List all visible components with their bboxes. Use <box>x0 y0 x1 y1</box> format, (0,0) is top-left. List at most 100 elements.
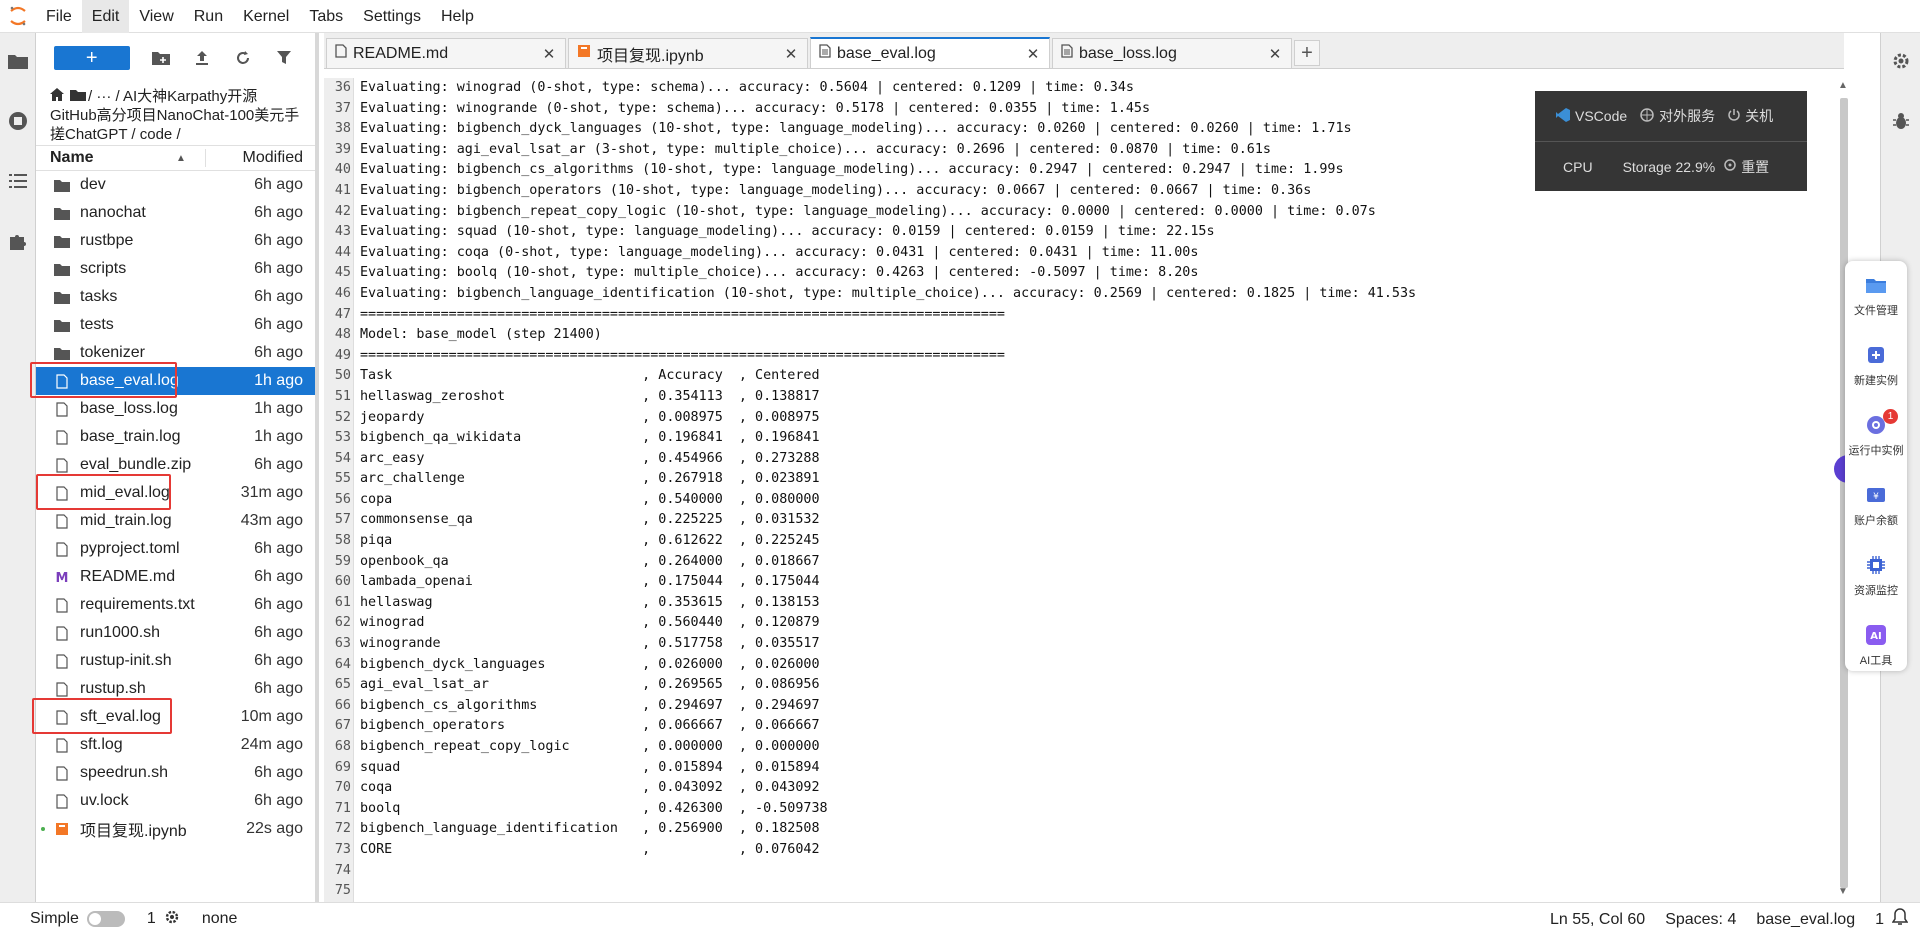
close-icon[interactable]: ✕ <box>1267 45 1283 63</box>
file-row[interactable]: rustup-init.sh 6h ago <box>36 647 315 675</box>
file-modified: 6h ago <box>254 652 303 669</box>
refresh-icon[interactable] <box>233 48 252 68</box>
breadcrumb-path-line2[interactable]: GitHub高分项目NanoChat-100美元手 <box>50 106 307 125</box>
file-browser-tab[interactable] <box>0 33 36 93</box>
menu-view[interactable]: View <box>129 0 183 33</box>
account-balance-tool[interactable]: ¥ 账户余额 <box>1845 471 1907 541</box>
add-tab-button[interactable]: + <box>1294 40 1320 66</box>
file-modified: 6h ago <box>254 204 303 221</box>
file-row[interactable]: M README.md 6h ago <box>36 563 315 591</box>
close-icon[interactable]: ✕ <box>1025 45 1041 63</box>
bell-icon[interactable] <box>1891 908 1909 931</box>
file-row[interactable]: base_train.log 1h ago <box>36 423 315 451</box>
running-indicator <box>41 827 45 831</box>
simple-mode-toggle[interactable] <box>86 911 125 927</box>
property-inspector-tab[interactable] <box>1881 33 1920 93</box>
line-text: Evaluating: bigbench_repeat_copy_logic (… <box>360 203 1376 219</box>
cursor-position[interactable]: Ln 55, Col 60 <box>1550 911 1645 929</box>
shutdown-button[interactable]: 关机 <box>1727 106 1773 126</box>
running-kernels-tab[interactable] <box>0 93 36 153</box>
name-column-header[interactable]: Name ▲ <box>36 149 206 167</box>
extensions-tab[interactable] <box>0 213 36 273</box>
line-number: 39 <box>334 141 351 157</box>
vscode-button[interactable]: VSCode <box>1555 107 1627 126</box>
file-row[interactable]: scripts 6h ago <box>36 255 315 283</box>
notebook-icon <box>577 44 591 63</box>
line-number: 72 <box>334 821 351 837</box>
external-service-button[interactable]: 对外服务 <box>1639 106 1715 126</box>
kernel-count[interactable]: 1 <box>147 910 156 928</box>
file-row[interactable]: run1000.sh 6h ago <box>36 619 315 647</box>
tab-readme[interactable]: README.md ✕ <box>326 38 566 68</box>
menu-run[interactable]: Run <box>184 0 233 33</box>
menu-bar: File Edit View Run Kernel Tabs Settings … <box>0 0 1920 33</box>
file-row[interactable]: mid_train.log 43m ago <box>36 507 315 535</box>
file-row[interactable]: dev 6h ago <box>36 171 315 199</box>
editor-line: 67 bigbench_operators , 0.066667 , 0.0666… <box>324 716 1824 737</box>
notification-count[interactable]: 1 <box>1875 911 1884 929</box>
debugger-tab[interactable] <box>1881 93 1920 153</box>
file-modified: 6h ago <box>254 316 303 333</box>
file-row[interactable]: 项目复现.ipynb 22s ago <box>36 815 315 843</box>
file-row[interactable]: base_loss.log 1h ago <box>36 395 315 423</box>
scroll-down-icon[interactable]: ▼ <box>1838 886 1848 897</box>
file-row[interactable]: pyproject.toml 6h ago <box>36 535 315 563</box>
new-launcher-button[interactable]: + <box>54 46 130 70</box>
resource-monitor-tool[interactable]: 资源监控 <box>1845 541 1907 611</box>
indentation[interactable]: Spaces: 4 <box>1665 911 1736 929</box>
network-icon <box>1639 107 1655 126</box>
svg-text:¥: ¥ <box>1873 492 1879 502</box>
scroll-up-icon[interactable]: ▲ <box>1838 80 1848 91</box>
ai-tools-tool[interactable]: AI AI工具 <box>1845 611 1907 681</box>
menu-tabs[interactable]: Tabs <box>299 0 353 33</box>
file-row[interactable]: tasks 6h ago <box>36 283 315 311</box>
editor-line: 60 lambada_openai , 0.175044 , 0.175044 <box>324 572 1824 593</box>
editor-line: 54 arc_easy , 0.454966 , 0.273288 <box>324 449 1824 470</box>
file-row[interactable]: requirements.txt 6h ago <box>36 591 315 619</box>
line-number: 71 <box>334 800 351 816</box>
line-number: 62 <box>334 615 351 631</box>
text-editor[interactable]: 36 Evaluating: winograd (0-shot, type: sc… <box>324 70 1844 902</box>
gear-icon <box>1891 51 1911 76</box>
running-instance-tool[interactable]: 运行中实例 1 <box>1845 401 1907 471</box>
line-number: 45 <box>334 265 351 281</box>
file-row[interactable]: nanochat 6h ago <box>36 199 315 227</box>
menu-kernel[interactable]: Kernel <box>233 0 299 33</box>
reset-button[interactable]: 重置 <box>1723 157 1769 177</box>
file-row[interactable]: speedrun.sh 6h ago <box>36 759 315 787</box>
close-icon[interactable]: ✕ <box>541 45 557 63</box>
notification-badge: 1 <box>1883 409 1898 424</box>
file-modified: 31m ago <box>240 484 303 501</box>
filter-icon[interactable] <box>274 48 293 68</box>
file-row[interactable]: rustbpe 6h ago <box>36 227 315 255</box>
file-row[interactable]: uv.lock 6h ago <box>36 787 315 815</box>
menu-file[interactable]: File <box>36 0 82 33</box>
file-row[interactable]: sft.log 24m ago <box>36 731 315 759</box>
menu-help[interactable]: Help <box>431 0 484 33</box>
upload-icon[interactable] <box>192 48 211 68</box>
breadcrumb-path-line1[interactable]: / ··· / AI大神Karpathy开源 <box>88 87 257 106</box>
file-modified: 24m ago <box>240 736 303 753</box>
file-modified: 43m ago <box>240 512 303 529</box>
line-text: agi_eval_lsat_ar , 0.269565 , 0.086956 <box>360 677 820 693</box>
new-instance-tool[interactable]: 新建实例 <box>1845 331 1907 401</box>
file-row[interactable]: tests 6h ago <box>36 311 315 339</box>
home-icon[interactable] <box>50 87 64 106</box>
tab-base-eval-log[interactable]: base_eval.log ✕ <box>810 37 1050 68</box>
new-folder-icon[interactable] <box>151 48 171 68</box>
modified-column-header[interactable]: Modified <box>206 149 315 167</box>
close-icon[interactable]: ✕ <box>783 45 799 63</box>
file-name: speedrun.sh <box>80 764 169 781</box>
editor-line: 52 jeopardy , 0.008975 , 0.008975 <box>324 408 1824 429</box>
menu-edit[interactable]: Edit <box>81 0 130 33</box>
tab-base-loss-log[interactable]: base_loss.log ✕ <box>1052 38 1292 68</box>
kernel-name[interactable]: none <box>202 910 238 928</box>
breadcrumb-path-line3[interactable]: 搓ChatGPT / code / <box>50 125 307 144</box>
file-manager-tool[interactable]: 文件管理 <box>1845 261 1907 331</box>
menu-settings[interactable]: Settings <box>353 0 431 33</box>
editor-lines: 36 Evaluating: winograd (0-shot, type: sc… <box>324 78 1824 902</box>
table-of-contents-tab[interactable] <box>0 153 36 213</box>
tab-notebook[interactable]: 项目复现.ipynb ✕ <box>568 38 808 68</box>
file-icon <box>50 513 74 529</box>
line-text: boolq , 0.426300 , -0.509738 <box>360 800 828 816</box>
